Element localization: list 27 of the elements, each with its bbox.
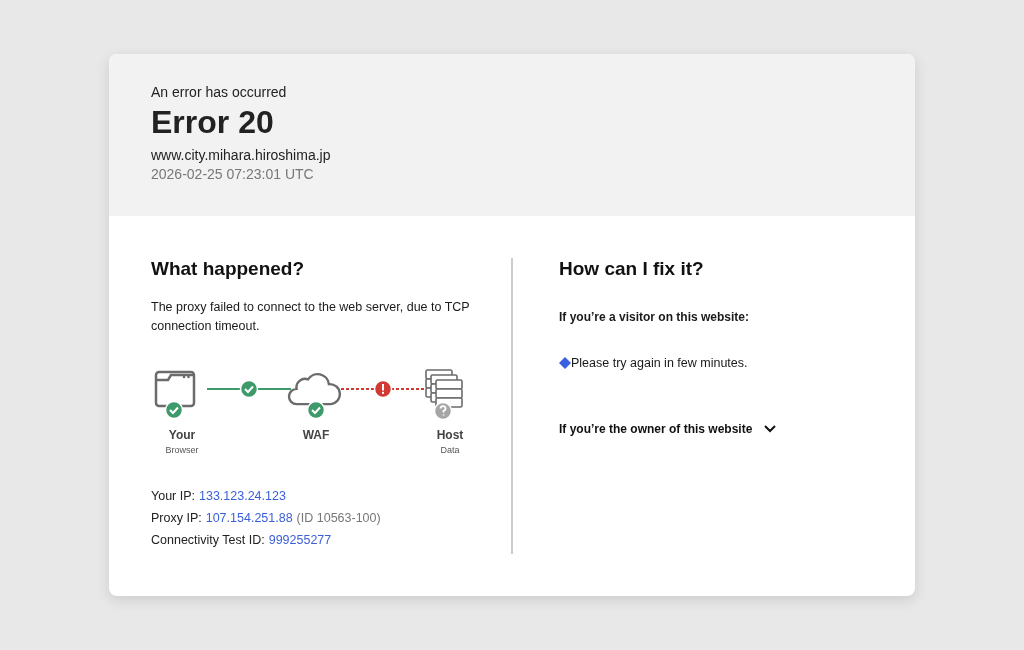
node-caption: Browser (165, 445, 199, 455)
detail-note: (ID 10563-100) (296, 511, 381, 525)
section-heading: How can I fix it? (559, 258, 704, 280)
detail-value-link[interactable]: 999255277 (268, 533, 332, 547)
detail-label: Your IP: (151, 489, 195, 503)
detail-label: Connectivity Test ID: (151, 533, 265, 547)
detail-value-link[interactable]: 133.123.24.123 (199, 489, 286, 503)
chevron-icon (764, 425, 777, 433)
detail-value-link[interactable]: 107.154.251.88 (205, 511, 293, 525)
detail-label: Proxy IP: (151, 511, 202, 525)
error-eyebrow: An error has occurred (151, 84, 287, 100)
cloud-icon (287, 373, 342, 406)
browser-window-icon (154, 370, 196, 408)
node-label: WAF (302, 428, 330, 442)
node-caption: Data (440, 445, 460, 455)
node-label: Your (168, 428, 196, 442)
tip-text: Please try again in few minutes. (571, 356, 748, 370)
diamond-bullet-icon (559, 357, 571, 369)
visitor-heading: If you’re a visitor on this website: (559, 310, 750, 324)
section-heading: What happened? (151, 258, 305, 280)
owner-section-toggle[interactable]: If you’re the owner of this website (559, 422, 777, 436)
node-label: Host (436, 428, 464, 442)
server-stack-icon (425, 369, 463, 408)
timestamp: 2026-02-25 07:23:01 UTC (151, 166, 314, 182)
error-description: The proxy failed to connect to the web server, due to TCP connection timeout. (151, 299, 471, 335)
error-title: Error 20 (151, 104, 274, 141)
host-name: www.city.mihara.hiroshima.jp (151, 147, 331, 163)
